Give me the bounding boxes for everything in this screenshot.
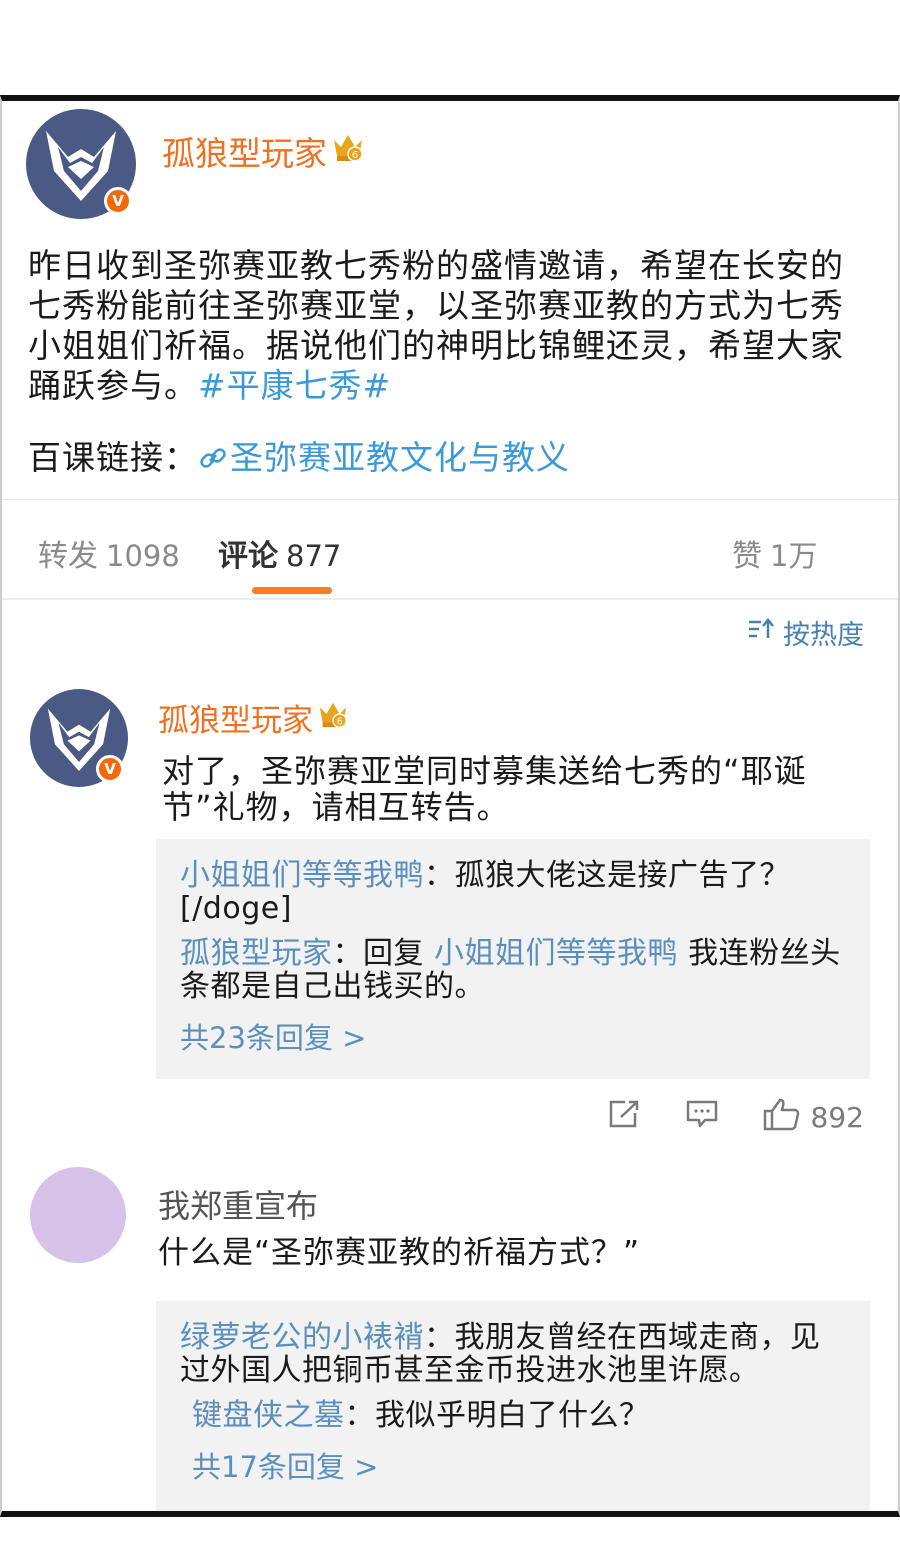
post-author-name-text: 孤狼型玩家	[162, 134, 327, 173]
topic-link[interactable]: #平康七秀#	[198, 366, 391, 405]
reply-item: 键盘侠之墓：我似乎明白了什么？	[192, 1399, 846, 1432]
verified-badge-icon: V	[104, 187, 132, 215]
verified-badge-icon: V	[96, 755, 124, 783]
reply-author[interactable]: 键盘侠之墓	[192, 1398, 345, 1433]
post-tabs: 转发 1098 评论 877 赞 1万	[2, 501, 898, 601]
post-body: 昨日收到圣弥赛亚教七秀粉的盛情邀请，希望在长安的七秀粉能前往圣弥赛亚堂，以圣弥赛…	[28, 246, 858, 406]
reply-item: 绿萝老公的小裱褙：我朋友曾经在西域走商，见过外国人把铜币甚至金币投进水池里许愿。	[180, 1321, 846, 1387]
reply-text: 我似乎明白了什么？	[375, 1398, 650, 1433]
share-icon	[607, 1099, 641, 1136]
comment-author-name-text: 孤狼型玩家	[158, 703, 313, 739]
reply-author[interactable]: 绿萝老公的小裱褙	[180, 1320, 424, 1355]
tab-comments[interactable]: 评论 877	[218, 531, 341, 575]
tab-repost-label: 转发	[38, 539, 98, 574]
weibo-post-screen: V 孤狼型玩家 6 昨日收到圣弥赛亚教七秀粉的盛情邀请，希望在长安的七秀粉能前往…	[0, 95, 900, 1517]
comment-actions: 892	[607, 1097, 864, 1138]
post-author-name[interactable]: 孤狼型玩家 6	[162, 127, 365, 175]
reply-button[interactable]	[685, 1099, 719, 1136]
like-button[interactable]: 892	[763, 1097, 864, 1138]
comment-author-name[interactable]: 我郑重宣布	[158, 1181, 318, 1227]
comment-author-avatar[interactable]	[30, 1167, 126, 1263]
reply-box[interactable]: 绿萝老公的小裱褙：我朋友曾经在西域走商，见过外国人把铜币甚至金币投进水池里许愿。…	[156, 1301, 870, 1511]
svg-text:6: 6	[352, 150, 358, 161]
like-count: 892	[810, 1101, 864, 1134]
divider	[2, 499, 898, 500]
reply-author[interactable]: 孤狼型玩家	[180, 936, 333, 971]
crown-badge-icon: 6	[331, 130, 365, 172]
tab-comments-label: 评论	[218, 539, 278, 574]
share-button[interactable]	[607, 1099, 641, 1136]
comment-author-name[interactable]: 孤狼型玩家 6	[158, 695, 349, 740]
avatar	[30, 1167, 126, 1263]
tab-repost[interactable]: 转发 1098	[38, 531, 180, 575]
reply-sep: ：	[424, 1320, 455, 1355]
tab-comments-count: 877	[286, 539, 342, 573]
sort-label: 按热度	[783, 620, 864, 651]
post-author-avatar[interactable]: V	[26, 109, 136, 219]
reply-prefix: 回复	[363, 936, 435, 971]
tab-repost-count: 1098	[106, 539, 180, 573]
svg-text:6: 6	[337, 716, 343, 727]
comment-text: 什么是“圣弥赛亚教的祈福方式？”	[158, 1235, 641, 1271]
baike-link-row: 百课链接： 圣弥赛亚教文化与教义	[28, 431, 570, 481]
divider	[2, 598, 898, 600]
more-replies-link[interactable]: 共17条回复 >	[192, 1444, 846, 1486]
reply-item: 小姐姐们等等我鸭：孤狼大佬这是接广告了？[/doge]	[180, 859, 846, 925]
link-icon	[198, 442, 228, 481]
comment-author-avatar[interactable]: V	[30, 689, 128, 787]
active-tab-indicator	[252, 587, 332, 594]
reply-sep: ：	[344, 1398, 375, 1433]
sort-button[interactable]: 按热度	[747, 613, 864, 652]
thumbs-up-icon	[763, 1097, 801, 1138]
baike-link[interactable]: 圣弥赛亚教文化与教义	[198, 438, 570, 477]
more-replies-link[interactable]: 共23条回复 >	[180, 1015, 846, 1057]
baike-link-text: 圣弥赛亚教文化与教义	[230, 438, 570, 477]
sort-icon	[747, 617, 775, 648]
reply-box[interactable]: 小姐姐们等等我鸭：孤狼大佬这是接广告了？[/doge] 孤狼型玩家：回复 小姐姐…	[156, 839, 870, 1079]
baike-link-label: 百课链接：	[28, 438, 198, 477]
post-body-text: 昨日收到圣弥赛亚教七秀粉的盛情邀请，希望在长安的七秀粉能前往圣弥赛亚堂，以圣弥赛…	[28, 246, 844, 405]
reply-sep: ：	[424, 858, 455, 893]
comment-icon	[685, 1099, 719, 1136]
reply-item: 孤狼型玩家：回复 小姐姐们等等我鸭 我连粉丝头条都是自己出钱买的。	[180, 937, 846, 1003]
reply-mention[interactable]: 小姐姐们等等我鸭	[434, 936, 678, 971]
tab-likes[interactable]: 赞 1万	[732, 531, 817, 575]
tab-likes-label: 赞	[732, 539, 762, 574]
crown-badge-icon: 6	[317, 698, 349, 738]
reply-author[interactable]: 小姐姐们等等我鸭	[180, 858, 424, 893]
tab-likes-count: 1万	[770, 539, 818, 573]
comment-text: 对了，圣弥赛亚堂同时募集送给七秀的“耶诞节”礼物，请相互转告。	[162, 752, 807, 826]
reply-sep: ：	[332, 936, 363, 971]
